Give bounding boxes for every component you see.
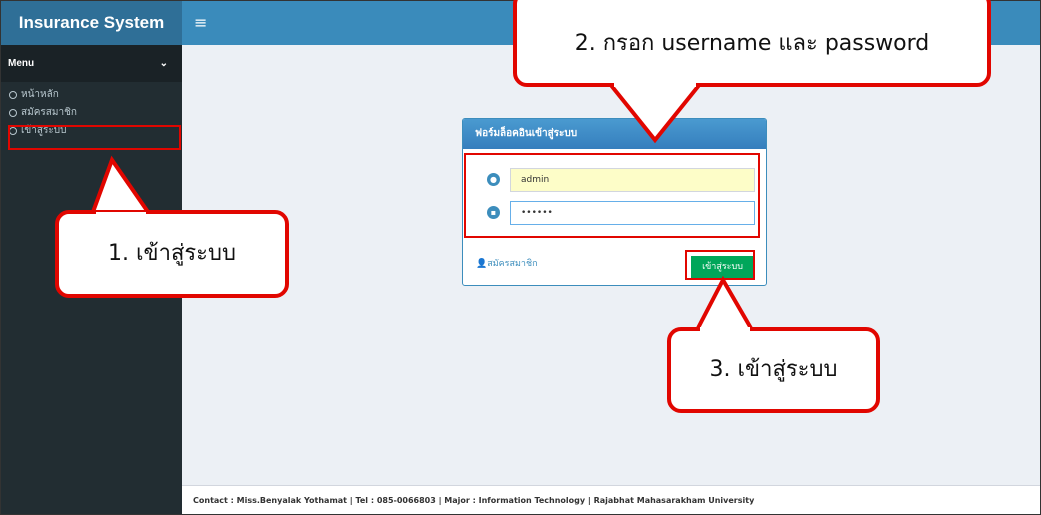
pointer-join [614,83,696,87]
callout-step1: 1. เข้าสู่ระบบ [55,210,289,298]
pointer-join [700,327,750,331]
callout-step2: 2. กรอก username และ password [513,0,991,87]
pointer-join [96,212,146,216]
callout-step3: 3. เข้าสู่ระบบ [667,327,880,413]
